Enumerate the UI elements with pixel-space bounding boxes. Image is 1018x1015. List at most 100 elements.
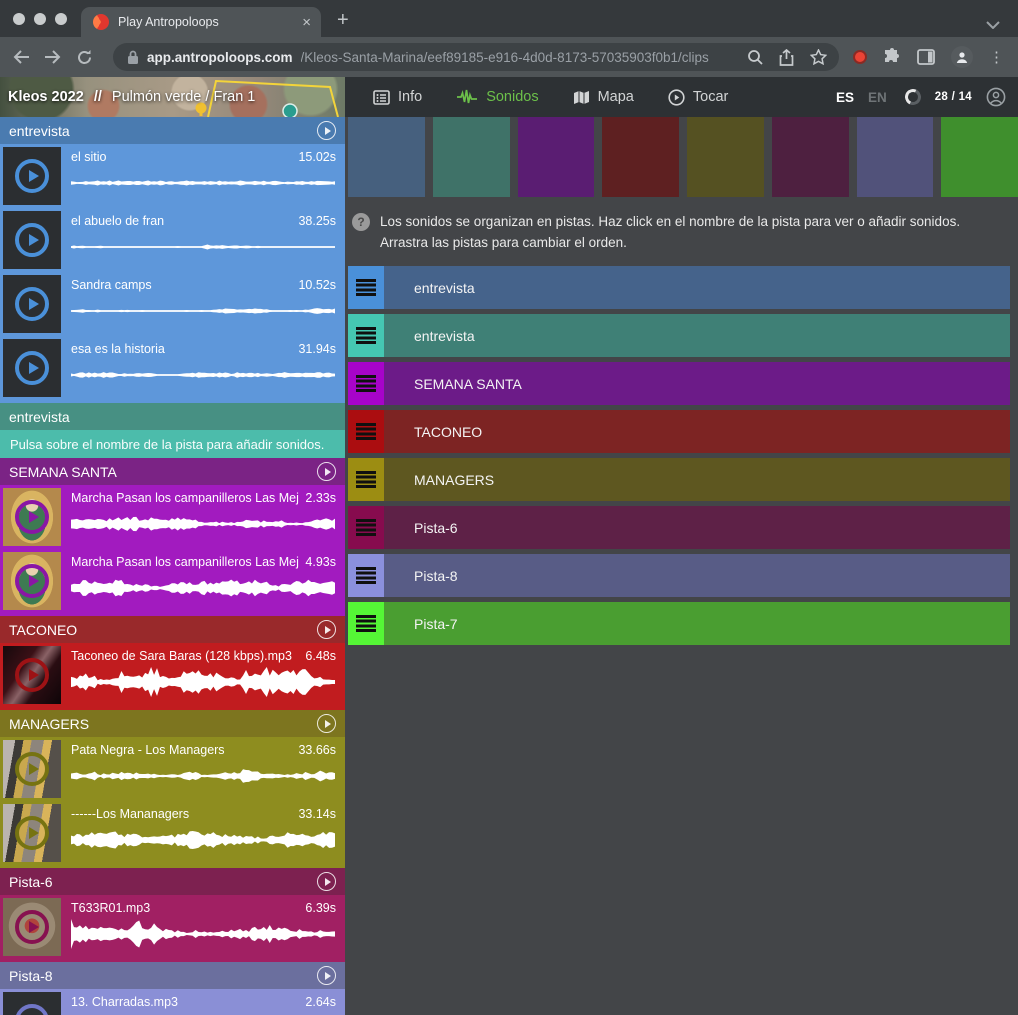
track-row-bar[interactable]: SEMANA SANTA [384,362,1010,405]
drag-handle[interactable] [348,410,384,453]
clip-item[interactable]: Taconeo de Sara Baras (128 kbps).mp3 6.4… [0,643,345,707]
nav-item-sonidos[interactable]: Sonidos [456,89,538,105]
clip-play-button[interactable] [15,351,49,385]
drag-handle[interactable] [348,602,384,645]
track-row[interactable]: MANAGERS [348,458,1010,501]
track-row-bar[interactable]: entrevista [384,314,1010,357]
track-header[interactable]: Pista-6 [0,868,345,895]
bookmark-star-icon[interactable] [810,49,827,65]
drag-handle[interactable] [348,314,384,357]
track-play-button[interactable] [317,714,336,733]
color-swatch [687,117,764,197]
clip-body: el abuelo de fran 38.25s [64,208,345,272]
clip-item[interactable]: Marcha Pasan los campanilleros Las Mejor… [0,549,345,613]
track-message: Pulsa sobre el nombre de la pista para a… [0,430,345,458]
clip-play-button[interactable] [15,223,49,257]
drag-handle[interactable] [348,362,384,405]
nav-item-tocar[interactable]: Tocar [668,89,728,106]
reload-button[interactable] [76,49,93,66]
track-header[interactable]: entrevista [0,403,345,430]
track-play-button[interactable] [317,121,336,140]
clip-play-button[interactable] [15,658,49,692]
track-row-bar[interactable]: Pista-8 [384,554,1010,597]
clip-waveform-icon [71,572,336,604]
browser-menu-kebab-icon[interactable]: ⋮ [989,48,1004,66]
track-play-button[interactable] [317,872,336,891]
tab-search-chevron-icon[interactable] [986,21,1000,29]
drag-handle[interactable] [348,266,384,309]
track-header[interactable]: MANAGERS [0,710,345,737]
clip-play-button[interactable] [15,564,49,598]
side-panel-icon[interactable] [917,49,935,65]
clip-item[interactable]: T633R01.mp3 6.39s [0,895,345,959]
clip-item[interactable]: 13. Charradas.mp3 2.64s [0,989,345,1015]
drag-handle[interactable] [348,506,384,549]
drag-handle[interactable] [348,458,384,501]
track-row[interactable]: Pista-6 [348,506,1010,549]
app-nav: Info Sonidos Mapa Tocar [345,77,728,117]
lang-en-button[interactable]: EN [868,90,887,105]
track-row[interactable]: entrevista [348,266,1010,309]
clip-item[interactable]: el sitio 15.02s [0,144,345,208]
track-name: entrevista [9,123,317,139]
browser-tab[interactable]: Play Antropoloops × [81,7,321,37]
clip-item[interactable]: esa es la historia 31.94s [0,336,345,400]
nav-item-info[interactable]: Info [373,89,422,105]
lang-es-button[interactable]: ES [836,90,854,105]
clip-body: Marcha Pasan los campanilleros Las Mejor… [64,485,345,549]
track-row-bar[interactable]: entrevista [384,266,1010,309]
clip-item[interactable]: ------Los Mananagers 33.14s [0,801,345,865]
window-minimize-button[interactable] [34,13,46,25]
window-zoom-button[interactable] [55,13,67,25]
project-banner[interactable]: Kleos 2022 // Pulmón verde / Fran 1 [0,77,345,117]
clip-item[interactable]: Marcha Pasan los campanilleros Las Mejor… [0,485,345,549]
nav-item-mapa[interactable]: Mapa [573,89,634,105]
track-play-button[interactable] [317,620,336,639]
clip-item[interactable]: el abuelo de fran 38.25s [0,208,345,272]
track-row-bar[interactable]: Pista-6 [384,506,1010,549]
track-row[interactable]: Pista-7 [348,602,1010,645]
sidebar-track: Pista-6 T633R01.mp3 6.39s [0,868,345,962]
track-header[interactable]: Pista-8 [0,962,345,989]
track-row[interactable]: Pista-8 [348,554,1010,597]
track-header[interactable]: entrevista [0,117,345,144]
clip-item[interactable]: Pata Negra - Los Managers 33.66s [0,737,345,801]
track-row-bar[interactable]: Pista-7 [384,602,1010,645]
clip-play-button[interactable] [15,1004,49,1015]
account-icon[interactable] [986,87,1006,107]
remix-name: Pulmón verde / Fran 1 [112,89,255,105]
track-play-button[interactable] [317,966,336,985]
forward-button[interactable] [44,49,62,65]
track-row[interactable]: SEMANA SANTA [348,362,1010,405]
url-bar[interactable]: app.antropoloops.com /Kleos-Santa-Marina… [113,43,839,71]
zoom-page-icon[interactable] [747,49,763,65]
window-close-button[interactable] [13,13,25,25]
tab-close-icon[interactable]: × [302,15,311,30]
clip-name: Marcha Pasan los campanilleros Las Mejor… [71,491,299,505]
track-clips: Pulsa sobre el nombre de la pista para a… [0,430,345,458]
clip-item[interactable]: Sandra camps 10.52s [0,272,345,336]
profile-avatar-icon[interactable] [951,46,973,68]
nav-label: Sonidos [486,89,538,105]
clip-play-button[interactable] [15,500,49,534]
clip-play-button[interactable] [15,159,49,193]
track-play-button[interactable] [317,462,336,481]
track-clips: el sitio 15.02s el abuelo de fran 38.25s… [0,144,345,403]
extensions-puzzle-icon[interactable] [883,48,901,66]
track-row[interactable]: TACONEO [348,410,1010,453]
nav-label: Info [398,89,422,105]
track-header[interactable]: TACONEO [0,616,345,643]
clip-play-button[interactable] [15,910,49,944]
clip-play-button[interactable] [15,816,49,850]
track-row[interactable]: entrevista [348,314,1010,357]
track-row-bar[interactable]: MANAGERS [384,458,1010,501]
drag-handle[interactable] [348,554,384,597]
clip-play-button[interactable] [15,287,49,321]
share-icon[interactable] [779,49,794,66]
new-tab-button[interactable]: + [337,9,349,32]
clip-play-button[interactable] [15,752,49,786]
track-header[interactable]: SEMANA SANTA [0,458,345,485]
recording-indicator-icon[interactable] [853,50,867,64]
track-row-bar[interactable]: TACONEO [384,410,1010,453]
back-button[interactable] [12,49,30,65]
